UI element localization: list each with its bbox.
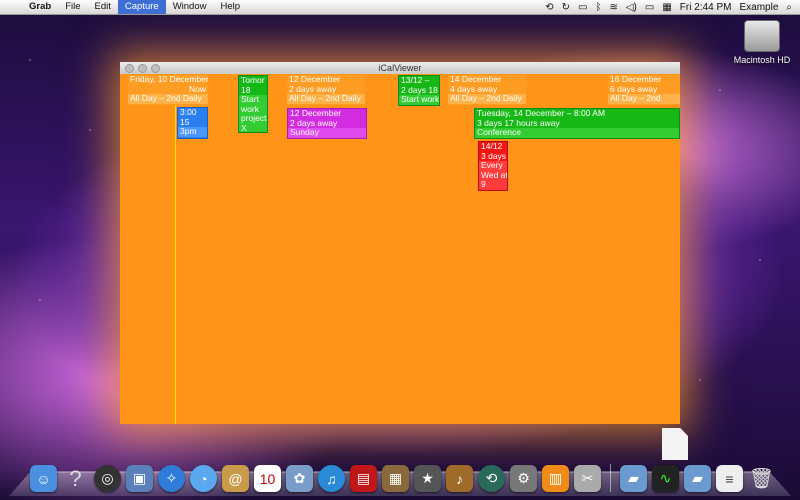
itunes-icon[interactable]: ♫ xyxy=(318,465,345,492)
time-machine-icon[interactable]: ⟲ xyxy=(478,465,505,492)
battery-icon[interactable]: ▭ xyxy=(645,2,654,13)
iphoto-icon[interactable]: ✿ xyxy=(286,465,313,492)
window-titlebar[interactable]: iCalViewer xyxy=(120,62,680,74)
bluetooth-icon[interactable]: ᛒ xyxy=(595,2,601,13)
photo-booth-icon[interactable]: ▤ xyxy=(350,465,377,492)
document-icon[interactable]: ≡ xyxy=(716,465,743,492)
event-line: Start work xyxy=(399,94,440,105)
wifi-icon[interactable]: ≋ xyxy=(609,2,617,13)
event-line: All Day – 2nd Daily xyxy=(128,93,208,104)
display-icon[interactable]: ▭ xyxy=(578,2,587,13)
grab-icon[interactable]: ✂ xyxy=(574,465,601,492)
sync-icon[interactable]: ↻ xyxy=(562,2,570,13)
event-line: All Day – 2nd xyxy=(608,93,680,104)
address-book-icon[interactable]: @ xyxy=(222,465,249,492)
volume-icon[interactable]: ◁) xyxy=(626,2,637,13)
event-item[interactable]: 13/12 – 2 days 18 Start work xyxy=(398,75,440,106)
event-item[interactable]: Tomor 18 Start work project X xyxy=(238,75,268,133)
desktop-icon-macintosh-hd[interactable]: Macintosh HD xyxy=(730,20,794,65)
menu-capture[interactable]: Capture xyxy=(117,0,166,14)
ical-icon[interactable]: 10 xyxy=(254,465,281,492)
icalviewer-icon[interactable]: ▥ xyxy=(542,465,569,492)
close-button[interactable] xyxy=(125,64,134,73)
menu-user[interactable]: Example xyxy=(739,2,778,13)
event-line: Sunday xyxy=(288,127,366,138)
desktop-icon-label: Macintosh HD xyxy=(733,55,791,65)
window-controls xyxy=(125,64,160,73)
dock: ☺ ? ◎ ▣ ✧ ◔ @ 10 ✿ ♫ ▤ ▦ ★ ♪ ⟲ ⚙ ▥ ✂ ▰ ∿… xyxy=(30,458,775,492)
menu-window[interactable]: Window xyxy=(166,0,214,14)
event-item[interactable]: 12 December 2 days away All Day – 2nd Da… xyxy=(287,75,365,105)
event-item[interactable]: Tuesday, 14 December – 8:00 AM 3 days 17… xyxy=(474,108,680,139)
ichat-icon[interactable]: ◔ xyxy=(190,465,217,492)
menu-extras: ⟲ ↻ ▭ ᛒ ≋ ◁) ▭ ▦ Fri 2:44 PM Example ⌕ xyxy=(545,2,800,13)
menu-file[interactable]: File xyxy=(58,0,87,14)
window-title: iCalViewer xyxy=(378,63,422,73)
spotlight-icon[interactable]: ⌕ xyxy=(786,2,792,13)
event-line: Conference xyxy=(475,127,679,138)
menu-edit[interactable]: Edit xyxy=(88,0,118,14)
zoom-button[interactable] xyxy=(151,64,160,73)
time-machine-status-icon[interactable]: ⟲ xyxy=(545,2,553,13)
event-line: All Day – 2nd Daily xyxy=(448,93,526,104)
dashboard-icon[interactable]: ◎ xyxy=(94,465,121,492)
menu-grab[interactable]: Grab xyxy=(22,0,58,14)
system-preferences-icon[interactable]: ⚙ xyxy=(510,465,537,492)
hard-disk-icon xyxy=(744,20,780,52)
imovie-icon[interactable]: ★ xyxy=(414,465,441,492)
dragged-document-icon[interactable] xyxy=(662,428,688,460)
flag-icon[interactable]: ▦ xyxy=(662,2,671,13)
minimize-button[interactable] xyxy=(138,64,147,73)
menu-help[interactable]: Help xyxy=(213,0,247,14)
applications-folder-icon[interactable]: ▰ xyxy=(620,465,647,492)
dock-separator xyxy=(610,464,611,492)
event-line: 9 xyxy=(479,179,507,190)
event-item[interactable]: 12 December 2 days away Sunday xyxy=(287,108,367,139)
now-indicator xyxy=(175,74,176,424)
trash-icon[interactable]: 🗑 xyxy=(748,465,775,492)
event-item[interactable]: Friday, 10 December Now All Day – 2nd Da… xyxy=(128,75,208,105)
event-item[interactable]: 3:00 15 3pm xyxy=(177,107,208,139)
menu-bar: Grab File Edit Capture Window Help ⟲ ↻ ▭… xyxy=(0,0,800,15)
event-line: 3pm xyxy=(178,126,207,137)
safari-icon[interactable]: ✧ xyxy=(158,465,185,492)
event-line: X xyxy=(239,123,267,132)
help-icon[interactable]: ? xyxy=(62,465,89,492)
event-line: All Day – 2nd Daily xyxy=(287,93,365,104)
preview-icon[interactable]: ▣ xyxy=(126,465,153,492)
event-item[interactable]: 14/12 3 days Every Wed at 9 xyxy=(478,141,508,191)
menu-clock[interactable]: Fri 2:44 PM xyxy=(680,2,732,13)
event-item[interactable]: 14 December 4 days away All Day – 2nd Da… xyxy=(448,75,526,105)
finder-icon[interactable]: ☺ xyxy=(30,465,57,492)
garageband-icon[interactable]: ♪ xyxy=(446,465,473,492)
icalviewer-window: iCalViewer Friday, 10 December Now All D… xyxy=(120,62,680,424)
activity-monitor-icon[interactable]: ∿ xyxy=(652,465,679,492)
event-item[interactable]: 16 December 6 days away All Day – 2nd xyxy=(608,75,680,105)
documents-folder-icon[interactable]: ▰ xyxy=(684,465,711,492)
iphoto-alt-icon[interactable]: ▦ xyxy=(382,465,409,492)
